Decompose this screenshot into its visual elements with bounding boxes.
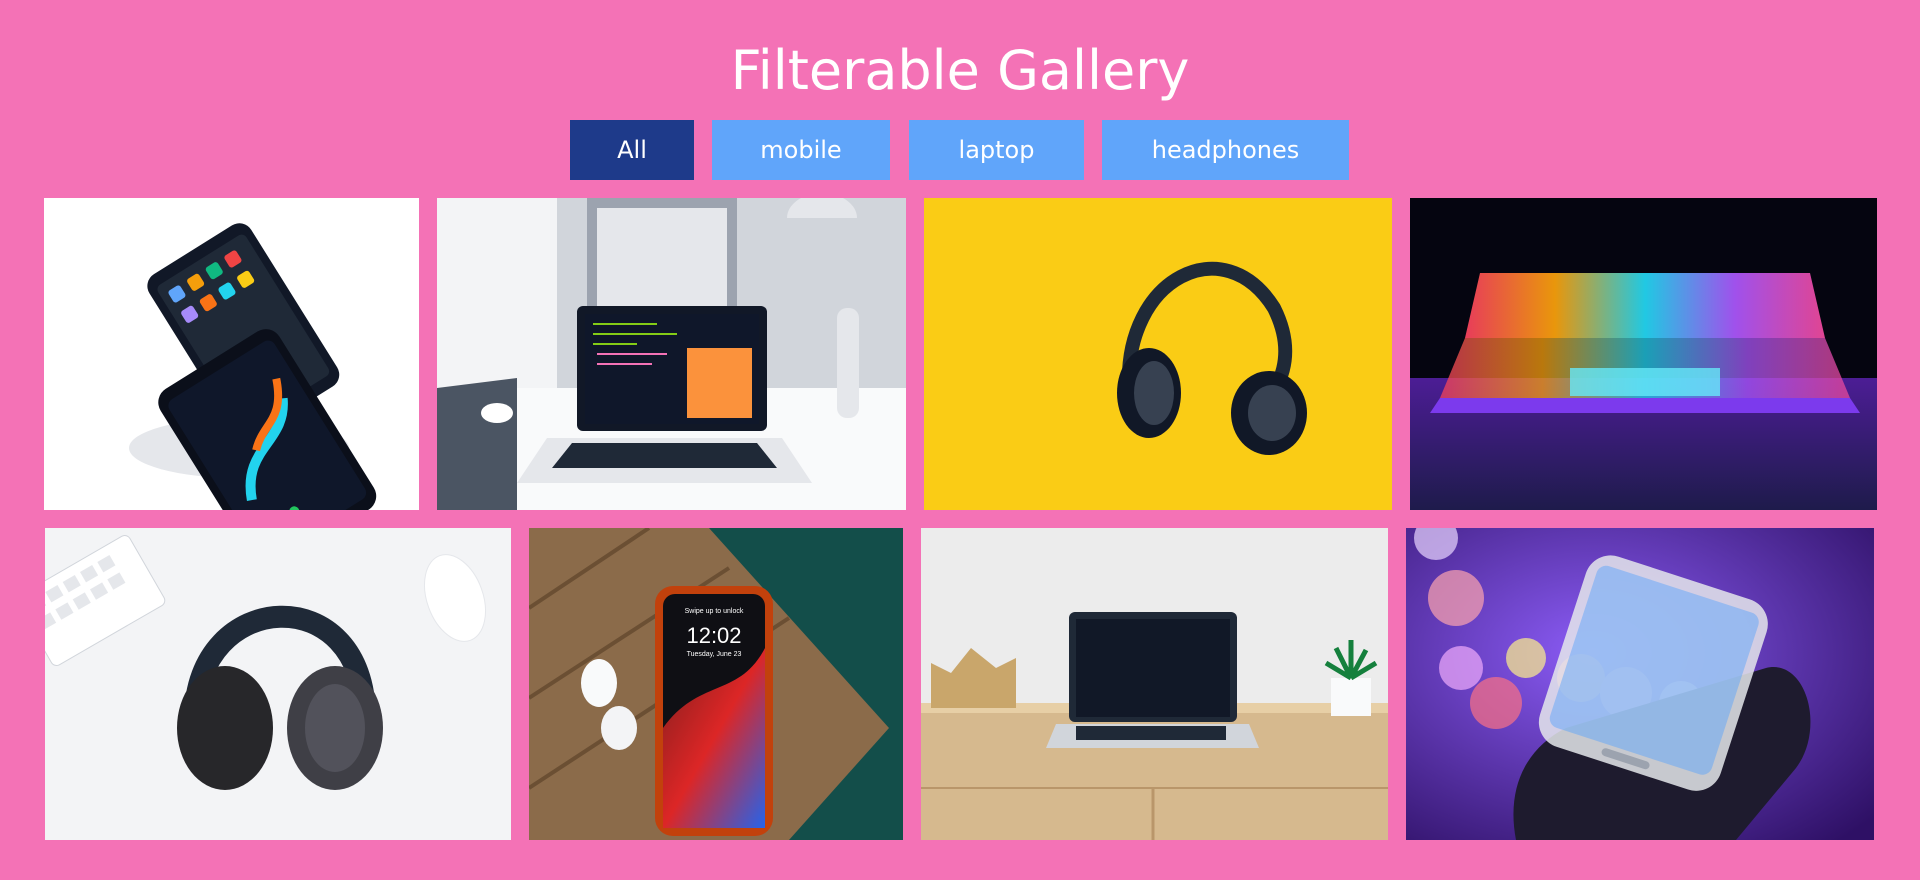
laptop-shelf-image [921,528,1388,840]
gallery-image-headphones-desk[interactable] [45,528,511,840]
filter-laptop-button[interactable]: laptop [909,120,1084,180]
laptop-desk-image [437,198,906,510]
gallery-image-phone-bokeh[interactable] [1406,528,1874,840]
gallery-image-laptop-desk[interactable] [437,198,906,510]
phone-date: Tuesday, June 23 [687,651,742,658]
phone-unlock-hint: Swipe up to unlock [685,608,744,615]
gallery-image-headphones-yellow[interactable] [924,198,1392,510]
page-title: Filterable Gallery [730,39,1190,102]
headphones-yellow-image [924,198,1392,510]
gallery-image-phone-wood[interactable]: Swipe up to unlock 12:02 Tuesday, June 2… [529,528,903,840]
filter-mobile-button[interactable]: mobile [712,120,890,180]
phone-wood-image: Swipe up to unlock 12:02 Tuesday, June 2… [529,528,903,840]
laptop-glowing-image [1410,198,1877,510]
gallery-image-laptop-shelf[interactable] [921,528,1388,840]
gallery-image-laptop-glowing[interactable] [1410,198,1877,510]
phones-image [44,198,419,510]
filter-all-button[interactable]: All [570,120,694,180]
headphones-desk-image [45,528,511,840]
filter-headphones-button[interactable]: headphones [1102,120,1349,180]
phone-clock: 12:02 [686,623,741,648]
phone-bokeh-image [1406,528,1874,840]
gallery-image-mobile-phones[interactable] [44,198,419,510]
